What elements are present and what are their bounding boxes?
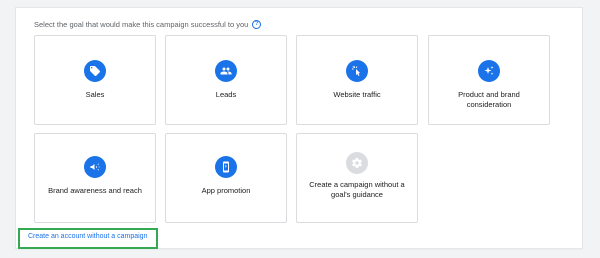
people-icon <box>215 60 237 82</box>
goal-card-website-traffic[interactable]: Website traffic <box>296 35 418 125</box>
goal-card-leads[interactable]: Leads <box>165 35 287 125</box>
goal-label: Website traffic <box>333 90 381 99</box>
tag-icon <box>84 60 106 82</box>
goal-card-sales[interactable]: Sales <box>34 35 156 125</box>
goal-prompt: Select the goal that would make this cam… <box>34 20 262 29</box>
goal-label: Sales <box>85 90 105 99</box>
goal-label: Leads <box>215 90 237 99</box>
goal-label: Product and brand consideration <box>458 90 520 109</box>
goal-label: Brand awareness and reach <box>48 186 142 195</box>
goal-card-brand-awareness-reach[interactable]: Brand awareness and reach <box>34 133 156 223</box>
megaphone-icon <box>84 156 106 178</box>
cursor-click-icon <box>346 60 368 82</box>
goal-card-no-guidance[interactable]: Create a campaign without a goal's guida… <box>296 133 418 223</box>
goal-label: App promotion <box>201 186 251 195</box>
gear-icon <box>346 152 368 174</box>
phone-icon <box>215 156 237 178</box>
goal-card-app-promotion[interactable]: App promotion <box>165 133 287 223</box>
help-icon[interactable]: ? <box>252 20 262 29</box>
goal-label: Create a campaign without a goal's guida… <box>309 180 405 199</box>
goal-prompt-text: Select the goal that would make this cam… <box>34 20 249 29</box>
sparkle-icon <box>478 60 500 82</box>
create-account-without-campaign-link[interactable]: Create an account without a campaign <box>28 233 147 240</box>
goal-card-product-brand-consideration[interactable]: Product and brand consideration <box>428 35 550 125</box>
